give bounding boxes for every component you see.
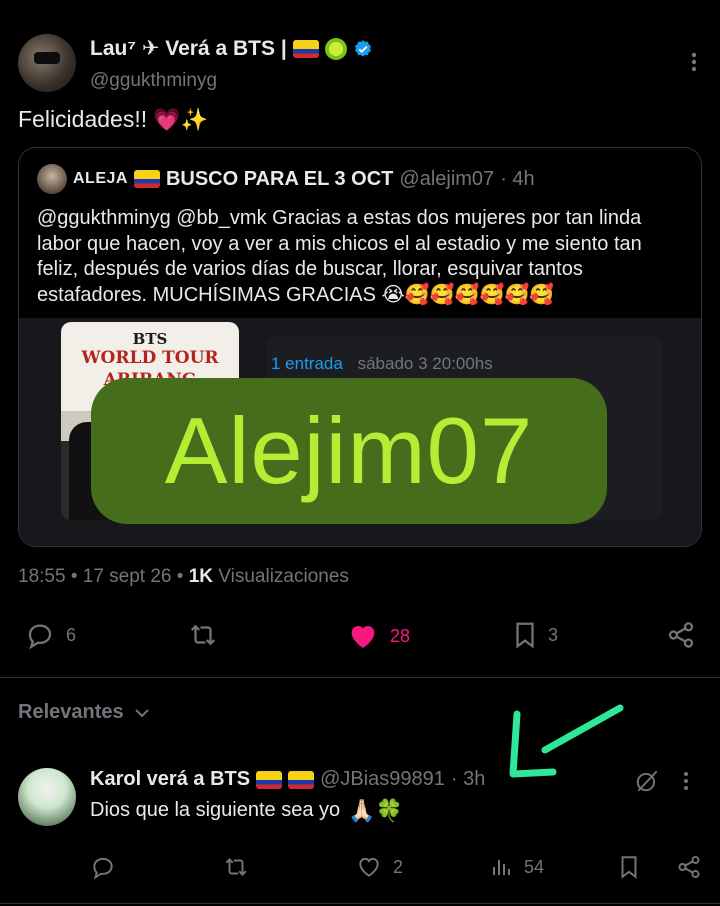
reply-icon xyxy=(93,857,113,880)
reply-bookmark-button[interactable] xyxy=(618,854,640,880)
ticket-date: sábado 3 20:00hs xyxy=(357,354,493,373)
share-icon xyxy=(678,855,700,879)
colombia-flag-icon xyxy=(288,770,315,789)
retweet-icon xyxy=(190,624,216,646)
reply-like-count: 2 xyxy=(393,856,404,877)
reply-author-avatar[interactable] xyxy=(18,768,76,826)
ticket-info: 1 entrada sábado 3 20:00hs xyxy=(271,354,493,374)
annotation-arrow-icon xyxy=(509,704,624,778)
bookmark-icon xyxy=(621,856,637,879)
retweet-button[interactable] xyxy=(186,620,220,650)
reply-views-count: 54 xyxy=(524,856,545,877)
quoted-tweet-card[interactable]: ALEJA BUSCO PARA EL 3 OCT @alejim07 · 4h… xyxy=(18,147,702,547)
colombia-flag-icon xyxy=(292,39,319,58)
reply-button[interactable]: 6 xyxy=(24,620,76,650)
reply-retweet-button[interactable] xyxy=(222,854,250,880)
watermark-overlay: Alejim07 xyxy=(91,378,607,524)
tweet-emojis: 💗✨ xyxy=(153,106,208,132)
reply-time: · 3h xyxy=(450,768,486,790)
quote-header: ALEJA BUSCO PARA EL 3 OCT @alejim07 · 4h xyxy=(37,164,535,194)
reply-text: Dios que la siguiente sea yo 🙏🏻🍀 xyxy=(90,799,403,822)
bookmark-icon xyxy=(516,622,534,649)
reply-emojis: 🙏🏻🍀 xyxy=(348,797,403,823)
like-count: 28 xyxy=(390,625,411,646)
author-handle[interactable]: @ggukthminyg xyxy=(90,70,217,92)
verified-badge-icon xyxy=(354,39,371,57)
sort-replies-dropdown[interactable]: Relevantes xyxy=(18,701,150,724)
retweet-icon xyxy=(225,858,247,876)
reply-header[interactable]: Karol verá a BTS @JBias99891 · 3h xyxy=(90,768,485,791)
reply-handle[interactable]: @JBias99891 xyxy=(320,768,445,791)
poster-line-1: BTS xyxy=(132,330,168,348)
quote-handle: @alejim07 xyxy=(399,167,495,190)
reply-text-content: Dios que la siguiente sea yo xyxy=(90,799,341,821)
reply-icon xyxy=(28,624,52,650)
reply-author-name[interactable]: Karol verá a BTS xyxy=(90,768,250,791)
divider xyxy=(0,903,720,904)
tweet-text-content: Felicidades!! xyxy=(18,106,148,132)
like-button[interactable]: 28 xyxy=(346,620,410,652)
chevron-down-icon xyxy=(134,708,149,717)
colombia-flag-icon xyxy=(256,770,283,789)
quote-time: · 4h xyxy=(500,167,535,190)
lime-icon xyxy=(324,37,347,60)
views-label: Visualizaciones xyxy=(218,566,349,587)
quote-media[interactable]: BTS WORLD TOUR ARIRANG 1 entrada sábado … xyxy=(19,318,701,546)
tweet-meta: 18:55 • 17 sept 26 • 1K Visualizaciones xyxy=(18,566,349,588)
quote-avatar xyxy=(37,164,67,194)
quote-body: @ggukthminyg @bb_vmk Gracias a estas dos… xyxy=(37,207,642,306)
tweet-timestamp[interactable]: 18:55 • 17 sept 26 • xyxy=(18,566,183,587)
colombia-flag-icon xyxy=(133,170,160,188)
tweet-text: Felicidades!! 💗✨ xyxy=(18,106,208,133)
heart-outline-icon xyxy=(359,857,379,877)
watermark-text: Alejim07 xyxy=(164,398,534,503)
bookmark-button[interactable]: 3 xyxy=(512,620,558,650)
reply-views-button[interactable]: 54 xyxy=(490,854,544,880)
heart-filled-icon xyxy=(351,626,375,648)
views-icon xyxy=(493,860,510,875)
bookmark-count: 3 xyxy=(548,624,559,645)
divider xyxy=(0,677,720,678)
reply-like-button[interactable]: 2 xyxy=(355,854,403,880)
reply-more-options-icon[interactable] xyxy=(682,770,690,792)
quote-author-name: ALEJA xyxy=(73,170,128,187)
grok-icon[interactable] xyxy=(634,768,660,794)
author-name-row[interactable]: Lau⁷ ✈ Verá a BTS | xyxy=(90,36,373,61)
reply-count: 6 xyxy=(66,624,77,645)
share-icon xyxy=(668,622,694,648)
views-count: 1K xyxy=(188,566,214,587)
quote-title: BUSCO PARA EL 3 OCT xyxy=(165,167,394,190)
author-name[interactable]: Lau⁷ ✈ Verá a BTS | xyxy=(90,36,287,61)
more-options-icon[interactable] xyxy=(690,50,698,74)
ticket-quantity: 1 entrada xyxy=(271,354,343,373)
share-button[interactable] xyxy=(666,620,696,650)
poster-line-2: WORLD TOUR xyxy=(81,348,219,368)
reply-share-button[interactable] xyxy=(676,854,702,880)
author-avatar[interactable] xyxy=(18,34,76,92)
reply-reply-button[interactable] xyxy=(90,854,116,880)
sort-label: Relevantes xyxy=(18,701,124,723)
